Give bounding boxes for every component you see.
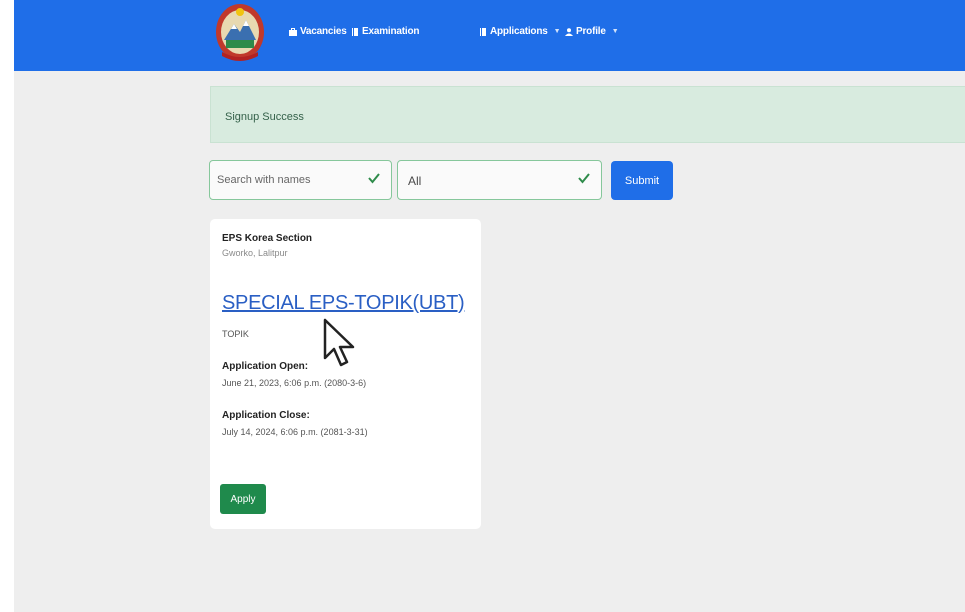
book-icon	[352, 27, 358, 36]
alert-message: Signup Success	[225, 111, 304, 123]
chevron-down-icon: ▼	[611, 28, 619, 35]
nepal-emblem-icon[interactable]	[214, 2, 266, 64]
check-icon	[368, 173, 380, 184]
briefcase-icon	[289, 27, 297, 36]
search-placeholder: Search with names	[217, 174, 311, 186]
open-date: June 21, 2023, 6:06 p.m. (2080-3-6)	[222, 378, 367, 388]
window-edge	[0, 0, 14, 612]
success-alert: Signup Success	[210, 86, 965, 143]
user-icon	[565, 27, 573, 36]
nav-examination-label: Examination	[362, 26, 420, 37]
category-select[interactable]: All	[397, 160, 602, 200]
close-date: July 14, 2024, 6:06 p.m. (2081-3-31)	[222, 427, 368, 437]
apply-button[interactable]: Apply	[220, 484, 266, 514]
submit-button[interactable]: Submit	[611, 161, 673, 200]
vacancy-card: EPS Korea Section Gworko, Lalitpur SPECI…	[210, 219, 481, 529]
close-label: Application Close:	[222, 410, 310, 421]
nav-examination[interactable]: Examination	[351, 26, 419, 37]
organization-location: Gworko, Lalitpur	[222, 248, 288, 258]
nav-vacancies[interactable]: Vacancies	[289, 26, 347, 37]
nav-applications-label: Applications	[490, 26, 548, 37]
nav-applications[interactable]: Applications ▼	[479, 26, 561, 37]
nav-profile-label: Profile	[576, 26, 606, 37]
select-value: All	[408, 174, 422, 188]
page-content: Signup Success Search with names All Sub…	[14, 71, 965, 612]
organization-name: EPS Korea Section	[222, 233, 313, 244]
top-navbar: Vacancies Examination Applications ▼ Pro…	[14, 0, 965, 71]
nav-profile[interactable]: Profile ▼	[565, 26, 619, 37]
chevron-down-icon: ▼	[553, 28, 561, 35]
mouse-cursor-icon	[323, 318, 355, 367]
book-icon	[480, 27, 486, 36]
vacancy-title-link[interactable]: SPECIAL EPS-TOPIK(UBT)	[222, 292, 465, 315]
search-input[interactable]: Search with names	[209, 160, 392, 200]
check-icon	[578, 173, 590, 184]
nav-vacancies-label: Vacancies	[300, 26, 347, 37]
